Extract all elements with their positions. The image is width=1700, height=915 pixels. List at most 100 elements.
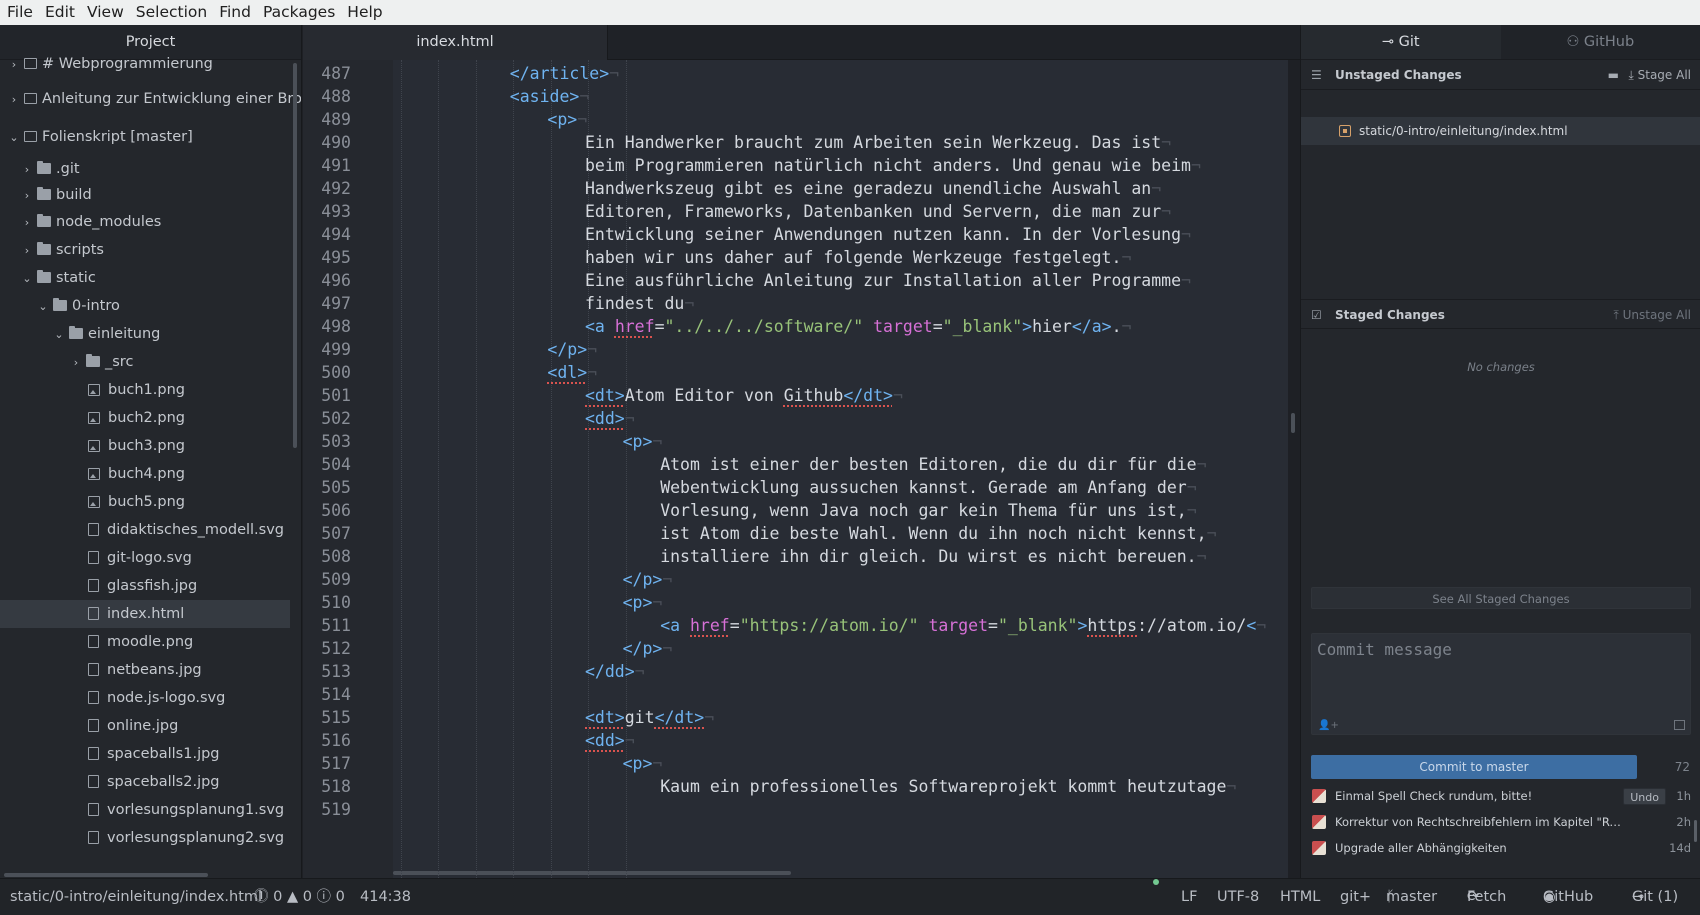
editor-horizontal-scrollbar[interactable]: [393, 871, 791, 875]
add-coauthor-icon[interactable]: 👤+: [1318, 720, 1339, 731]
tree-vertical-scrollbar[interactable]: [293, 63, 297, 448]
tree-item[interactable]: buch2.png: [0, 404, 290, 432]
code-line[interactable]: </p>¬: [393, 337, 597, 362]
code-line[interactable]: <dd>¬: [393, 406, 635, 431]
code-line[interactable]: Vorlesung, wenn Java noch gar kein Thema…: [393, 498, 1196, 523]
code-line[interactable]: <a href="../../../software/" target="_bl…: [393, 314, 1131, 339]
menu-find[interactable]: Find: [213, 0, 257, 25]
commit-message-input[interactable]: [1312, 634, 1690, 718]
tree-item[interactable]: ⌄ static: [0, 264, 290, 292]
tree-item[interactable]: vorlesungsplanung2.svg: [0, 824, 290, 852]
tree-item[interactable]: buch5.png: [0, 488, 290, 516]
unstaged-file-item[interactable]: static/0-intro/einleitung/index.html: [1301, 117, 1700, 145]
tree-item[interactable]: › _src: [0, 348, 290, 376]
tree-item[interactable]: ⌄ einleitung: [0, 320, 290, 348]
tree-item[interactable]: buch1.png: [0, 376, 290, 404]
stage-all-button[interactable]: ⤓ Stage All: [1629, 60, 1692, 90]
chevron-right-icon[interactable]: ›: [21, 209, 33, 237]
collapse-icon[interactable]: ▬: [1608, 60, 1619, 90]
tab-git[interactable]: ⊸ Git: [1301, 25, 1501, 59]
status-line-ending[interactable]: LF: [1181, 879, 1197, 915]
code-line[interactable]: installiere ihn dir gleich. Du wirst es …: [393, 544, 1206, 569]
code-line[interactable]: <aside>¬: [393, 84, 589, 109]
menu-help[interactable]: Help: [341, 0, 388, 25]
tree-item[interactable]: ⌄ Folienskript [master]: [0, 123, 290, 151]
tab-github[interactable]: ⚇ GitHub: [1500, 25, 1700, 59]
tree-item[interactable]: › # Webprogrammierung: [0, 50, 290, 78]
chevron-right-icon[interactable]: ›: [8, 86, 20, 114]
code-line[interactable]: <dl>¬: [393, 360, 597, 385]
code-line[interactable]: haben wir uns daher auf folgende Werkzeu…: [393, 245, 1131, 270]
tree-item[interactable]: › node_modules: [0, 208, 290, 236]
code-line[interactable]: <p>¬: [393, 751, 663, 776]
menu-selection[interactable]: Selection: [130, 0, 213, 25]
code-editor[interactable]: </article>¬ <aside>¬ <p>¬ Ein Handwerker br…: [393, 60, 1288, 878]
tree-item[interactable]: › build: [0, 181, 290, 209]
status-encoding[interactable]: UTF-8: [1217, 879, 1259, 915]
unstage-all-button[interactable]: ⤒ Unstage All: [1613, 300, 1691, 330]
chevron-right-icon[interactable]: ›: [21, 182, 33, 210]
code-line[interactable]: <p>¬: [393, 107, 587, 132]
see-all-staged-changes-button[interactable]: See All Staged Changes: [1311, 587, 1691, 609]
tree-item[interactable]: vorlesungsplanung1.svg: [0, 796, 290, 824]
tree-item[interactable]: › scripts: [0, 236, 290, 264]
undo-button[interactable]: Undo: [1623, 788, 1666, 805]
code-line[interactable]: <dd>¬: [393, 728, 635, 753]
tree-item[interactable]: ⌄ 0-intro: [0, 292, 290, 320]
code-line[interactable]: [393, 682, 397, 707]
chevron-down-icon[interactable]: ⌄: [21, 265, 33, 293]
tree-item[interactable]: index.html: [0, 600, 290, 628]
expand-editor-icon[interactable]: [1674, 720, 1685, 730]
tree-item[interactable]: spaceballs2.jpg: [0, 768, 290, 796]
chevron-right-icon[interactable]: ›: [21, 156, 33, 184]
tree-item[interactable]: didaktisches_modell.svg: [0, 516, 290, 544]
tree-item[interactable]: spaceballs1.jpg: [0, 740, 290, 768]
code-line[interactable]: <dt>Atom Editor von Github</dt>¬: [393, 383, 903, 408]
status-diagnostics[interactable]: ⓵ 0 ▲ 0 ⓘ 0: [254, 879, 345, 915]
code-line[interactable]: </p>¬: [393, 567, 673, 592]
code-line[interactable]: beim Programmieren natürlich nicht ander…: [393, 153, 1201, 178]
recent-commits-scrollbar[interactable]: [1694, 820, 1697, 842]
code-line[interactable]: Eine ausführliche Anleitung zur Installa…: [393, 268, 1191, 293]
chevron-right-icon[interactable]: ›: [70, 349, 82, 377]
tree-item[interactable]: buch3.png: [0, 432, 290, 460]
tab-index-html[interactable]: index.html: [303, 25, 608, 60]
tree-item[interactable]: glassfish.jpg: [0, 572, 290, 600]
chevron-down-icon[interactable]: ⌄: [37, 293, 49, 321]
editor-vertical-scrollbar[interactable]: [1291, 413, 1295, 433]
code-line[interactable]: Entwicklung seiner Anwendungen nutzen ka…: [393, 222, 1191, 247]
status-git-plus[interactable]: git+: [1340, 879, 1371, 915]
recent-commit[interactable]: Korrektur von Rechtschreibfehlern im Kap…: [1301, 809, 1700, 835]
code-line[interactable]: </p>¬: [393, 636, 673, 661]
menu-view[interactable]: View: [81, 0, 130, 25]
tree-item[interactable]: online.jpg: [0, 712, 290, 740]
status-grammar[interactable]: HTML: [1280, 879, 1320, 915]
code-line[interactable]: ist Atom die beste Wahl. Wenn du ihn noc…: [393, 521, 1216, 546]
chevron-down-icon[interactable]: ⌄: [8, 124, 20, 152]
code-line[interactable]: <dt>git</dt>¬: [393, 705, 714, 730]
tree-horizontal-scrollbar[interactable]: [4, 873, 208, 877]
code-line[interactable]: Webentwicklung aussuchen kannst. Gerade …: [393, 475, 1196, 500]
tree-item[interactable]: netbeans.jpg: [0, 656, 290, 684]
code-line[interactable]: Editoren, Frameworks, Datenbanken und Se…: [393, 199, 1171, 224]
code-line[interactable]: findest du¬: [393, 291, 694, 316]
tree-item[interactable]: moodle.png: [0, 628, 290, 656]
chevron-down-icon[interactable]: ⌄: [53, 321, 65, 349]
code-line[interactable]: <a href="https://atom.io/" target="_blan…: [393, 613, 1266, 638]
menu-packages[interactable]: Packages: [257, 0, 341, 25]
tree-item[interactable]: › Anleitung zur Entwicklung einer Browse: [0, 85, 301, 114]
code-line[interactable]: </article>¬: [393, 61, 619, 86]
tree-item[interactable]: node.js-logo.svg: [0, 684, 290, 712]
status-file-path[interactable]: static/0-intro/einleitung/index.html: [10, 879, 262, 915]
code-line[interactable]: Atom ist einer der besten Editoren, die …: [393, 452, 1206, 477]
tree-item[interactable]: › .git: [0, 155, 290, 183]
menu-file[interactable]: File: [0, 0, 39, 25]
code-line[interactable]: <p>¬: [393, 590, 663, 615]
code-line[interactable]: </dd>¬: [393, 659, 645, 684]
code-line[interactable]: Ein Handwerker braucht zum Arbeiten sein…: [393, 130, 1171, 155]
chevron-right-icon[interactable]: ›: [21, 237, 33, 265]
tree-item[interactable]: git-logo.svg: [0, 544, 290, 572]
code-line[interactable]: Handwerkszeug gibt es eine geradezu unen…: [393, 176, 1161, 201]
code-line[interactable]: Kaum ein professionelles Softwareprojekt…: [393, 774, 1236, 799]
code-line[interactable]: [393, 797, 397, 822]
